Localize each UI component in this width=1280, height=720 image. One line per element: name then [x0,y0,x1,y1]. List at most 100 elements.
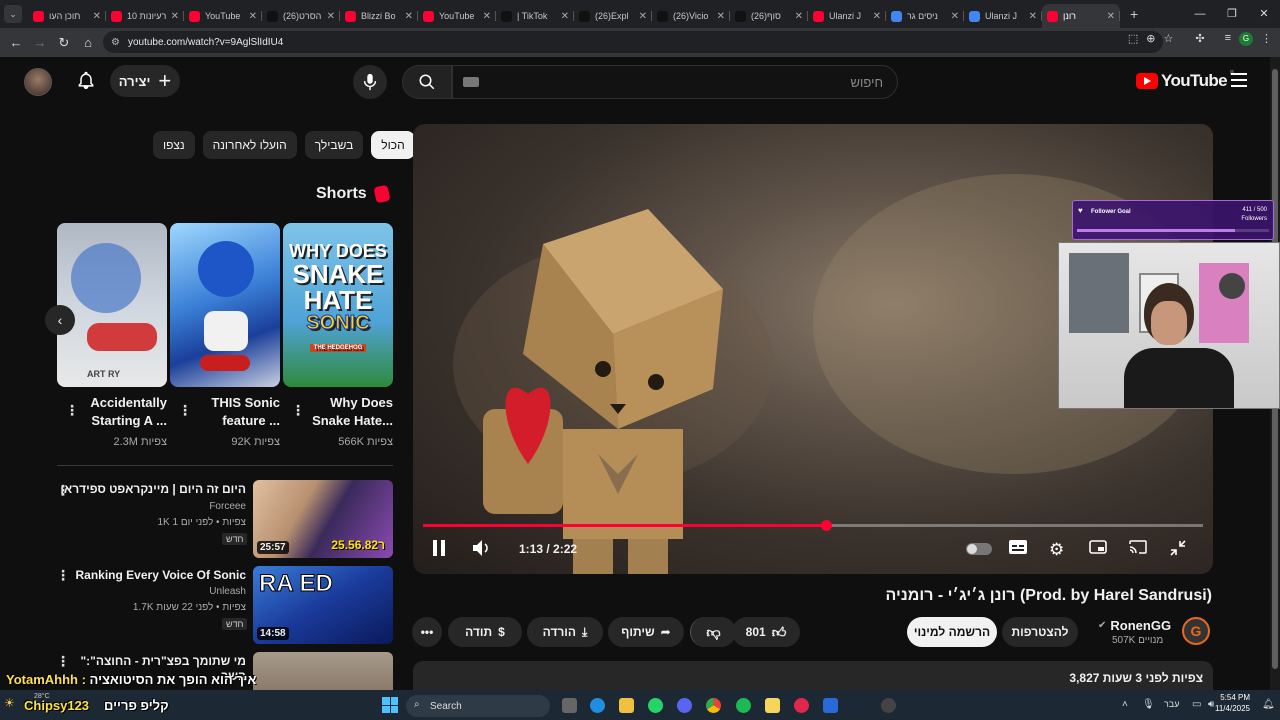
short-title[interactable]: Accidentally Starting A ... [77,394,167,430]
forward-icon[interactable]: → [28,35,52,50]
thanks-button[interactable]: תודה $ [448,617,522,647]
short-more-icon[interactable]: ⋮ [65,403,79,417]
browser-tab[interactable]: (26)Vicio ✕ [652,4,730,28]
taskbar-search[interactable]: ⌕ Search [406,695,550,717]
create-button[interactable]: יצירה + [110,65,180,97]
rec-title[interactable]: Ranking Every Voice Of Sonic [56,568,247,583]
miniplayer-icon[interactable] [1089,540,1107,557]
install-icon[interactable]: ⬚ [1128,32,1138,46]
browser-tab[interactable]: 10 רעיונות ✕ [106,4,184,28]
tab-close-icon[interactable]: ✕ [249,11,257,22]
search-button[interactable] [402,65,452,99]
short-more-icon[interactable]: ⋮ [291,403,305,417]
edge-icon[interactable] [590,698,605,713]
app-icon-red[interactable] [794,698,809,713]
language-indicator[interactable]: עבר [1164,699,1179,709]
short-thumbnail-2[interactable]: ART RY [57,223,167,387]
autoplay-toggle[interactable] [966,543,992,555]
whatsapp-icon[interactable] [648,698,663,713]
notifications-icon[interactable]: 🔔︎ [1262,699,1275,710]
browser-tab[interactable]: Ulanzi J ✕ [808,4,886,28]
spotify-icon[interactable] [736,698,751,713]
seek-bar[interactable] [423,520,1203,531]
rec-more-icon[interactable]: ⋮ [56,483,70,497]
tab-close-icon[interactable]: ✕ [561,11,569,22]
browser-tab[interactable]: תוכן העו ✕ [28,4,106,28]
cast-icon[interactable] [1129,540,1147,557]
notes-icon[interactable] [765,698,780,713]
tab-close-icon[interactable]: ✕ [405,11,413,22]
rec-thumbnail[interactable]: 25.56.82ר 25:57 [253,480,393,558]
rec-title[interactable]: היום זה היום | מיינקראפט ספידראן [56,482,246,497]
url-field[interactable]: ⚙ youtube.com/watch?v=9AglSlIdIU4 [103,31,1163,53]
bookmark-star-icon[interactable]: ☆ [1163,32,1173,46]
join-button[interactable]: להצטרפות [1002,617,1078,647]
more-actions-button[interactable]: ••• [412,617,442,647]
chip-all[interactable]: הכול [371,131,415,159]
pause-button[interactable] [433,540,445,559]
notepad-icon[interactable] [823,698,838,713]
volume-tray-icon[interactable]: 🔊︎ [1208,699,1214,710]
zoom-icon[interactable]: ⊕ [1146,32,1155,46]
browser-tab[interactable]: (26)הסרט ✕ [262,4,340,28]
short-title[interactable]: Why Does Snake Hate... [303,394,393,430]
browser-tab[interactable]: Blizzi Bo ✕ [340,4,418,28]
tray-mic-icon[interactable]: 🎙︎ [1142,699,1155,710]
steam-icon[interactable] [852,698,867,713]
browser-tab[interactable]: | TikTok ✕ [496,4,574,28]
tab-close-icon[interactable]: ✕ [93,11,101,22]
browser-tab[interactable]: (26)סוף ✕ [730,4,808,28]
maximize-button[interactable]: ❐ [1216,0,1248,28]
file-explorer-icon[interactable] [619,698,634,713]
tab-close-icon[interactable]: ✕ [795,11,803,22]
shorts-prev-button[interactable]: ‹ [45,305,75,335]
description-box[interactable]: 3,827 צפיות לפני 3 שעות [413,661,1213,690]
clock[interactable]: 5:54 PM 11/4/2025 [1215,692,1250,714]
browser-tab[interactable]: רונן ✕ [1042,4,1120,28]
search-input[interactable]: חיפוש [452,65,898,99]
notifications-bell-icon[interactable] [76,70,96,95]
windows-start-icon[interactable] [382,697,398,713]
reading-list-icon[interactable]: ≡ [1225,32,1231,46]
share-button[interactable]: שיתוף ➦ [608,617,684,647]
short-title[interactable]: THIS Sonic feature ... [190,394,280,430]
channel-avatar[interactable]: G [1182,617,1210,645]
back-icon[interactable]: ← [4,35,28,50]
captions-icon[interactable] [1009,540,1027,557]
browser-tab[interactable]: ניסים גר ✕ [886,4,964,28]
rec-channel[interactable]: Forceee [56,501,246,512]
settings-gear-icon[interactable]: ⚙ [1049,540,1064,560]
tab-close-icon[interactable]: ✕ [1107,11,1115,22]
tab-close-icon[interactable]: ✕ [951,11,959,22]
keyboard-icon[interactable] [463,77,479,87]
download-button[interactable]: הורדה ⤓ [527,617,603,647]
account-avatar[interactable] [24,68,52,96]
tab-close-icon[interactable]: ✕ [639,11,647,22]
short-thumbnail-0[interactable]: WHY DOES SNAKE HATE SONIC THE HEDGEHOG [283,223,393,387]
home-icon[interactable]: ⌂ [76,35,100,50]
browser-tab[interactable]: YouTube ✕ [418,4,496,28]
channel-name-row[interactable]: ✔ RonenGG [1098,618,1171,633]
fullscreen-exit-icon[interactable] [1170,540,1186,559]
browser-menu-icon[interactable]: ⋮ [1261,32,1272,46]
network-icon[interactable]: ▭ [1192,699,1201,710]
tab-close-icon[interactable]: ✕ [1029,11,1037,22]
tab-close-icon[interactable]: ✕ [873,11,881,22]
close-window-button[interactable]: ✕ [1248,0,1280,28]
new-tab-button[interactable]: + [1130,6,1138,22]
rec-channel[interactable]: Unleash [56,586,246,597]
discord-icon[interactable] [677,698,692,713]
tab-close-icon[interactable]: ✕ [717,11,725,22]
obs-icon[interactable] [881,698,896,713]
tab-close-icon[interactable]: ✕ [327,11,335,22]
chip-watched[interactable]: נצפו [153,131,195,159]
rec-more-icon[interactable]: ⋮ [56,568,70,582]
weather-icon[interactable]: ☀ [4,696,15,710]
browser-tab[interactable]: YouTube ✕ [184,4,262,28]
task-view-icon[interactable] [562,698,577,713]
like-button[interactable]: 801 👍︎ [732,617,800,647]
tray-chevron-icon[interactable]: ˄ [1122,699,1128,710]
site-info-icon[interactable]: ⚙ [111,37,120,48]
short-more-icon[interactable]: ⋮ [178,403,192,417]
rec-thumbnail[interactable]: RA ED 14:58 [253,566,393,644]
